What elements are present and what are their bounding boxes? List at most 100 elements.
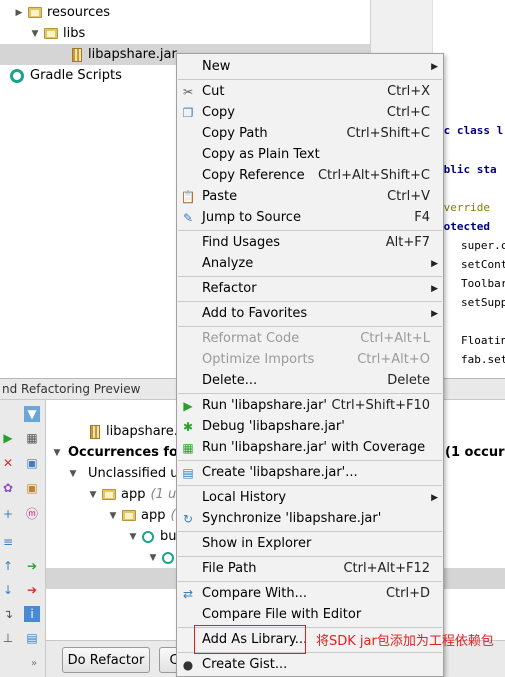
help-icon[interactable]: ▤ (24, 630, 40, 646)
debug-icon: ✱ (182, 420, 194, 434)
expand-arrow-icon[interactable]: ▶ (14, 8, 24, 18)
settings-icon[interactable]: ✿ (0, 480, 16, 496)
collapse-arrow-icon[interactable]: ▼ (128, 532, 138, 542)
menu-item-copy-plain-text[interactable]: Copy as Plain Text (177, 144, 443, 165)
menu-item-cut[interactable]: ✂ Cut Ctrl+X (177, 81, 443, 102)
menu-item-label: Debug 'libapshare.jar' (202, 419, 345, 434)
submenu-arrow-icon: ▶ (431, 61, 438, 72)
menu-item-label: Create 'libapshare.jar'... (202, 465, 358, 480)
jump-icon: ✎ (182, 211, 194, 225)
menu-item-delete[interactable]: Delete... Delete (177, 370, 443, 391)
result-row-occurrences[interactable]: ▼ Occurrences foun (52, 442, 197, 463)
result-row-app-module[interactable]: ▼ app ( (108, 505, 176, 526)
gradle-icon (162, 551, 174, 564)
code-line: ublic sta (437, 163, 497, 176)
menu-item-shortcut: Alt+F7 (385, 235, 430, 250)
menu-item-label: Delete... (202, 373, 258, 388)
gradle-icon (142, 530, 154, 543)
menu-separator (178, 79, 442, 80)
result-row-build[interactable]: ▼ bu (128, 526, 177, 547)
menu-item-label: Copy Reference (202, 168, 305, 183)
menu-item-label: Cut (202, 84, 225, 99)
next-icon[interactable]: ➔ (24, 558, 40, 574)
menu-item-label: Create Gist... (202, 657, 288, 672)
result-row-unclassified[interactable]: ▼ Unclassified us (68, 463, 186, 484)
folder-icon (44, 28, 58, 39)
close-icon[interactable]: ✕ (0, 455, 16, 471)
next-occurrence-icon[interactable]: ↓ (0, 582, 16, 598)
menu-item-new[interactable]: New ▶ (177, 56, 443, 77)
menu-item-label: File Path (202, 561, 257, 576)
exclude-icon[interactable]: ➔ (24, 582, 40, 598)
result-row-jar[interactable]: libapshare.ja (90, 421, 189, 442)
jar-file-icon (72, 47, 82, 62)
result-row-app[interactable]: ▼ app (1 u (88, 484, 177, 505)
menu-item-label: Run 'libapshare.jar' (202, 398, 327, 413)
group-icon[interactable]: ▦ (24, 430, 40, 446)
menu-item-copy-reference[interactable]: Copy Reference Ctrl+Alt+Shift+C (177, 165, 443, 186)
tree-item-label: resources (47, 5, 111, 20)
create-config-icon: ▤ (182, 466, 194, 480)
menu-item-debug[interactable]: ✱ Debug 'libapshare.jar' (177, 416, 443, 437)
code-line: setConte (461, 258, 505, 271)
menu-item-label: Compare With... (202, 586, 308, 601)
menu-item-compare-file-with-editor[interactable]: Compare File with Editor (177, 604, 443, 625)
folder-icon (122, 510, 136, 521)
more-icon[interactable]: » (26, 656, 42, 672)
menu-item-show-in-explorer[interactable]: Show in Explorer (177, 533, 443, 554)
menu-item-find-usages[interactable]: Find Usages Alt+F7 (177, 232, 443, 253)
collapse-arrow-icon[interactable]: ▼ (30, 29, 40, 39)
collapse-arrow-icon[interactable]: ▼ (108, 511, 118, 521)
pin-icon[interactable]: ⊥ (0, 630, 16, 646)
github-icon: ● (182, 658, 194, 672)
collapse-arrow-icon[interactable]: ▼ (148, 553, 158, 563)
tree-item-resources[interactable]: ▶ resources (0, 2, 370, 23)
menu-item-copy-path[interactable]: Copy Path Ctrl+Shift+C (177, 123, 443, 144)
run-icon[interactable]: ▶ (0, 430, 16, 446)
menu-item-local-history[interactable]: Local History ▶ (177, 487, 443, 508)
compare-icon: ⇄ (182, 587, 194, 601)
menu-item-synchronize[interactable]: ↻ Synchronize 'libapshare.jar' (177, 508, 443, 529)
menu-item-file-path[interactable]: File Path Ctrl+Alt+F12 (177, 558, 443, 579)
result-label: bu (160, 529, 177, 544)
code-line: fab.setC (461, 353, 505, 366)
collapse-arrow-icon[interactable]: ▼ (52, 448, 62, 458)
menu-item-analyze[interactable]: Analyze ▶ (177, 253, 443, 274)
info-icon[interactable]: i (24, 606, 40, 622)
tree-item-label: libs (63, 26, 86, 41)
menu-item-refactor[interactable]: Refactor ▶ (177, 278, 443, 299)
code-line: Override (437, 201, 490, 214)
collapse-all-icon[interactable]: ≡ (0, 534, 16, 550)
previous-occurrence-icon[interactable]: ↑ (0, 558, 16, 574)
result-hint: ( (170, 508, 176, 523)
menu-item-run[interactable]: ▶ Run 'libapshare.jar' Ctrl+Shift+F10 (177, 395, 443, 416)
menu-item-reformat-code: Reformat Code Ctrl+Alt+L (177, 328, 443, 349)
result-label: app (121, 487, 146, 502)
do-refactor-button[interactable]: Do Refactor (62, 647, 150, 673)
tree-item-libs[interactable]: ▼ libs (0, 23, 370, 44)
menu-item-label: Add to Favorites (202, 306, 308, 321)
expand-all-icon[interactable]: + (0, 506, 16, 522)
collapse-arrow-icon[interactable]: ▼ (68, 469, 78, 479)
menu-item-copy[interactable]: ❐ Copy Ctrl+C (177, 102, 443, 123)
method-icon[interactable]: ⓜ (24, 506, 40, 522)
menu-item-shortcut: Ctrl+V (387, 189, 430, 204)
menu-item-shortcut: Ctrl+Shift+C (346, 126, 430, 141)
menu-item-jump-to-source[interactable]: ✎ Jump to Source F4 (177, 207, 443, 228)
menu-item-create-config[interactable]: ▤ Create 'libapshare.jar'... (177, 462, 443, 483)
filter-icon[interactable]: ▼ (24, 406, 40, 422)
menu-item-paste[interactable]: 📋 Paste Ctrl+V (177, 186, 443, 207)
menu-item-label: Paste (202, 189, 238, 204)
package-icon[interactable]: ▣ (24, 480, 40, 496)
menu-item-add-to-favorites[interactable]: Add to Favorites ▶ (177, 303, 443, 324)
menu-item-run-with-coverage[interactable]: ▦ Run 'libapshare.jar' with Coverage (177, 437, 443, 458)
submenu-arrow-icon: ▶ (431, 258, 438, 269)
menu-item-create-gist[interactable]: ● Create Gist... (177, 654, 443, 675)
export-icon[interactable]: ↴ (0, 606, 16, 622)
menu-item-shortcut: Ctrl+Alt+L (360, 331, 430, 346)
code-line: Toolbar (461, 277, 505, 290)
collapse-arrow-icon[interactable]: ▼ (88, 490, 98, 500)
menu-separator (178, 460, 442, 461)
module-icon[interactable]: ▣ (24, 455, 40, 471)
menu-item-compare-with[interactable]: ⇄ Compare With... Ctrl+D (177, 583, 443, 604)
